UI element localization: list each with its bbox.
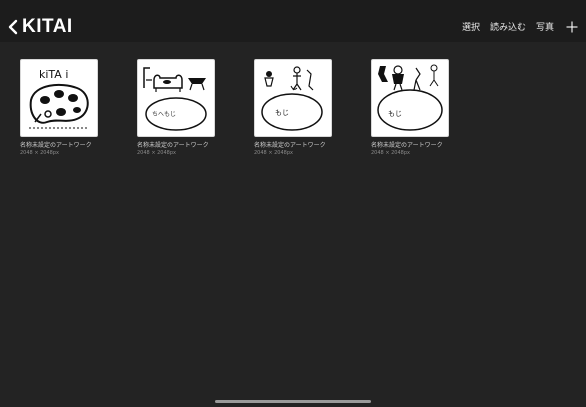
select-button[interactable]: 選択 — [462, 22, 480, 34]
home-indicator[interactable] — [215, 400, 371, 403]
artwork-name: 名称未設定のアートワーク — [254, 142, 326, 149]
artwork-size: 2048 × 2048px — [20, 150, 59, 156]
artwork-size: 2048 × 2048px — [254, 150, 293, 156]
top-bar: KITAI 選択 読み込む 写真 — [0, 0, 586, 42]
artwork-name: 名称未設定のアートワーク — [20, 142, 92, 149]
people-sketch-icon: もじ — [261, 66, 323, 131]
sketch-text: もじ — [388, 110, 402, 118]
sofa-sketch-icon: ちへもじ — [143, 67, 207, 131]
palette-sketch-icon: kiTA i — [29, 68, 89, 129]
sketch-text: kiTA i — [39, 68, 68, 81]
photo-button[interactable]: 写真 — [536, 22, 554, 34]
artwork-size: 2048 × 2048px — [371, 150, 410, 156]
sketch-text: ちへもじ — [152, 111, 176, 118]
artwork-thumbnail[interactable]: もじ — [371, 59, 449, 137]
page-title: KITAI — [22, 16, 73, 37]
toolbar-actions: 選択 読み込む 写真 — [452, 21, 578, 34]
artwork-card[interactable]: kiTA i 名称未設定のアートワーク 2048 × 2048px — [20, 59, 98, 157]
figures-sketch-icon: もじ — [377, 64, 443, 131]
artwork-size: 2048 × 2048px — [137, 150, 176, 156]
artwork-thumbnail[interactable]: もじ — [254, 59, 332, 137]
artwork-name: 名称未設定のアートワーク — [371, 142, 443, 149]
sketch-text: もじ — [275, 109, 289, 117]
artwork-card[interactable]: もじ 名称未設定のアートワーク 2048 × 2048px — [254, 59, 332, 157]
artwork-name: 名称未設定のアートワーク — [137, 142, 209, 149]
back-to-gallery-button[interactable]: KITAI — [8, 17, 73, 37]
artwork-card[interactable]: ちへもじ 名称未設定のアートワーク 2048 × 2048px — [137, 59, 215, 157]
import-button[interactable]: 読み込む — [490, 22, 526, 34]
artwork-card[interactable]: もじ 名称未設定のアートワーク 2048 × 2048px — [371, 59, 449, 157]
chevron-left-icon — [8, 19, 18, 35]
artwork-thumbnail[interactable]: kiTA i — [20, 59, 98, 137]
plus-icon[interactable] — [566, 21, 578, 33]
artwork-thumbnail[interactable]: ちへもじ — [137, 59, 215, 137]
